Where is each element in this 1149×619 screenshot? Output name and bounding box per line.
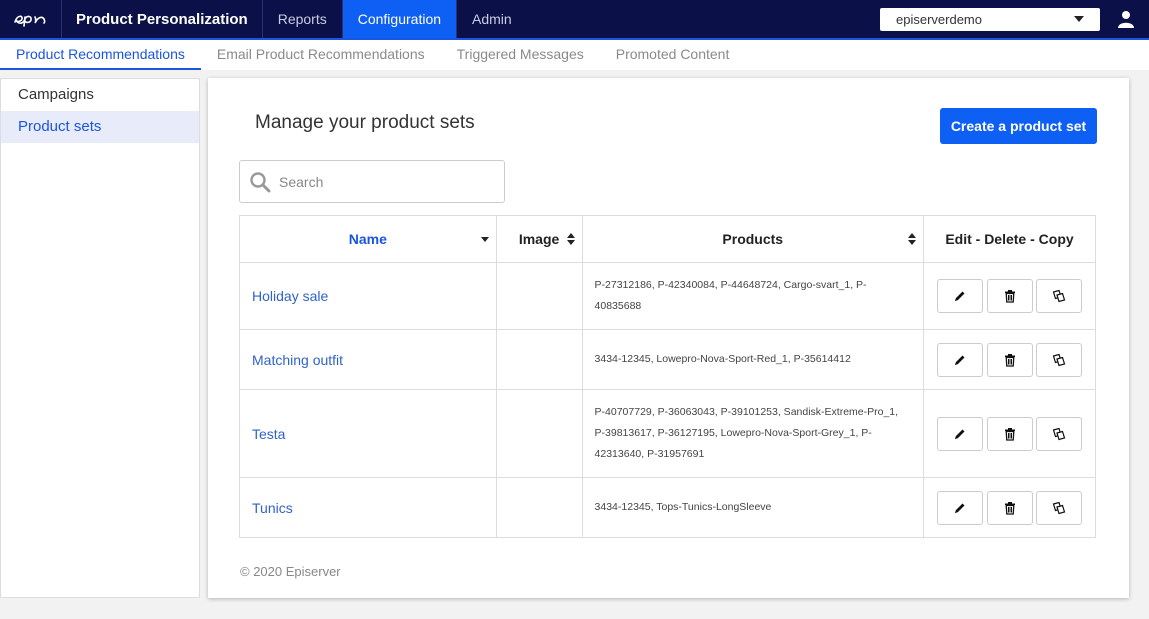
trash-icon bbox=[1004, 290, 1015, 303]
copy-button[interactable] bbox=[1036, 490, 1082, 525]
product-set-name-link[interactable]: Matching outfit bbox=[239, 329, 497, 390]
column-header-products[interactable]: Products bbox=[581, 215, 925, 263]
copy-icon bbox=[1052, 353, 1066, 366]
edit-button[interactable] bbox=[937, 416, 983, 451]
delete-button[interactable] bbox=[986, 416, 1033, 451]
table-row: Matching outfit 3434-12345, Lowepro-Nova… bbox=[239, 329, 1096, 390]
tab-product-recommendations[interactable]: Product Recommendations bbox=[0, 40, 201, 70]
copy-icon bbox=[1052, 289, 1066, 303]
main-panel: Manage your product sets Create a produc… bbox=[208, 78, 1129, 598]
sidebar-item-product-sets[interactable]: Product sets bbox=[1, 111, 199, 143]
image-cell bbox=[495, 389, 583, 478]
products-cell: 3434-12345, Lowepro-Nova-Sport-Red_1, P-… bbox=[581, 329, 925, 390]
actions-cell bbox=[923, 262, 1096, 330]
table-row: Testa P-40707729, P-36063043, P-39101253… bbox=[239, 389, 1096, 478]
tab-triggered-messages[interactable]: Triggered Messages bbox=[441, 40, 600, 70]
column-header-actions: Edit - Delete - Copy bbox=[923, 215, 1096, 263]
sidebar-item-campaigns[interactable]: Campaigns bbox=[1, 79, 199, 111]
delete-button[interactable] bbox=[986, 342, 1033, 377]
image-cell bbox=[495, 262, 583, 330]
products-cell: P-27312186, P-42340084, P-44648724, Carg… bbox=[581, 262, 925, 330]
sort-desc-icon bbox=[480, 237, 489, 242]
edit-button[interactable] bbox=[937, 342, 983, 377]
nav-configuration[interactable]: Configuration bbox=[342, 0, 458, 38]
trash-icon bbox=[1004, 501, 1015, 515]
episerver-logo[interactable] bbox=[0, 0, 62, 38]
pencil-icon bbox=[955, 291, 965, 301]
product-set-name-link[interactable]: Holiday sale bbox=[239, 262, 497, 330]
trash-icon bbox=[1004, 353, 1015, 367]
footer-copyright: © 2020 Episerver bbox=[240, 564, 341, 579]
epi-logo-icon bbox=[13, 15, 46, 27]
image-cell bbox=[495, 477, 583, 538]
actions-cell bbox=[923, 389, 1096, 478]
top-navbar: Product Personalization Reports Configur… bbox=[0, 0, 1149, 38]
create-product-set-button[interactable]: Create a product set bbox=[940, 108, 1097, 144]
site-selector[interactable]: episerverdemo bbox=[880, 7, 1100, 31]
column-header-image[interactable]: Image bbox=[495, 215, 583, 263]
sort-icon bbox=[566, 233, 575, 245]
search-box[interactable] bbox=[239, 160, 505, 203]
tab-promoted-content[interactable]: Promoted Content bbox=[600, 40, 746, 70]
pencil-icon bbox=[955, 503, 965, 513]
nav-reports[interactable]: Reports bbox=[263, 0, 343, 38]
sub-navigation: Product Recommendations Email Product Re… bbox=[0, 38, 1149, 70]
search-icon bbox=[250, 171, 271, 192]
sort-icon bbox=[908, 233, 916, 245]
tab-email-product-recommendations[interactable]: Email Product Recommendations bbox=[201, 40, 441, 70]
search-input[interactable] bbox=[279, 173, 499, 190]
copy-icon bbox=[1052, 501, 1066, 514]
table-row: Holiday sale P-27312186, P-42340084, P-4… bbox=[239, 262, 1096, 330]
product-set-name-link[interactable]: Testa bbox=[239, 389, 497, 478]
edit-button[interactable] bbox=[937, 490, 983, 525]
pencil-icon bbox=[955, 429, 965, 439]
nav-admin[interactable]: Admin bbox=[457, 0, 527, 38]
copy-button[interactable] bbox=[1036, 342, 1082, 377]
actions-cell bbox=[923, 477, 1096, 538]
products-cell: 3434-12345, Tops-Tunics-LongSleeve bbox=[581, 477, 925, 538]
column-header-name[interactable]: Name bbox=[239, 215, 497, 263]
sidebar: Campaigns Product sets bbox=[0, 78, 200, 598]
copy-button[interactable] bbox=[1036, 279, 1082, 313]
app-title[interactable]: Product Personalization bbox=[62, 0, 263, 38]
actions-cell bbox=[923, 329, 1096, 390]
copy-icon bbox=[1052, 427, 1066, 440]
edit-button[interactable] bbox=[937, 279, 983, 313]
delete-button[interactable] bbox=[986, 490, 1033, 525]
delete-button[interactable] bbox=[986, 279, 1033, 313]
page-title: Manage your product sets bbox=[255, 112, 475, 133]
image-cell bbox=[495, 329, 583, 390]
products-cell: P-40707729, P-36063043, P-39101253, Sand… bbox=[581, 389, 925, 478]
trash-icon bbox=[1004, 427, 1015, 441]
user-icon[interactable] bbox=[1110, 0, 1141, 38]
pencil-icon bbox=[955, 355, 965, 365]
chevron-down-icon bbox=[1074, 16, 1084, 22]
table-row: Tunics 3434-12345, Tops-Tunics-LongSleev… bbox=[239, 477, 1096, 538]
product-set-name-link[interactable]: Tunics bbox=[239, 477, 497, 538]
product-sets-table: Name Image Products Edit - Delete - Copy… bbox=[239, 215, 1096, 538]
site-selector-value: episerverdemo bbox=[896, 11, 982, 27]
copy-button[interactable] bbox=[1036, 416, 1082, 451]
